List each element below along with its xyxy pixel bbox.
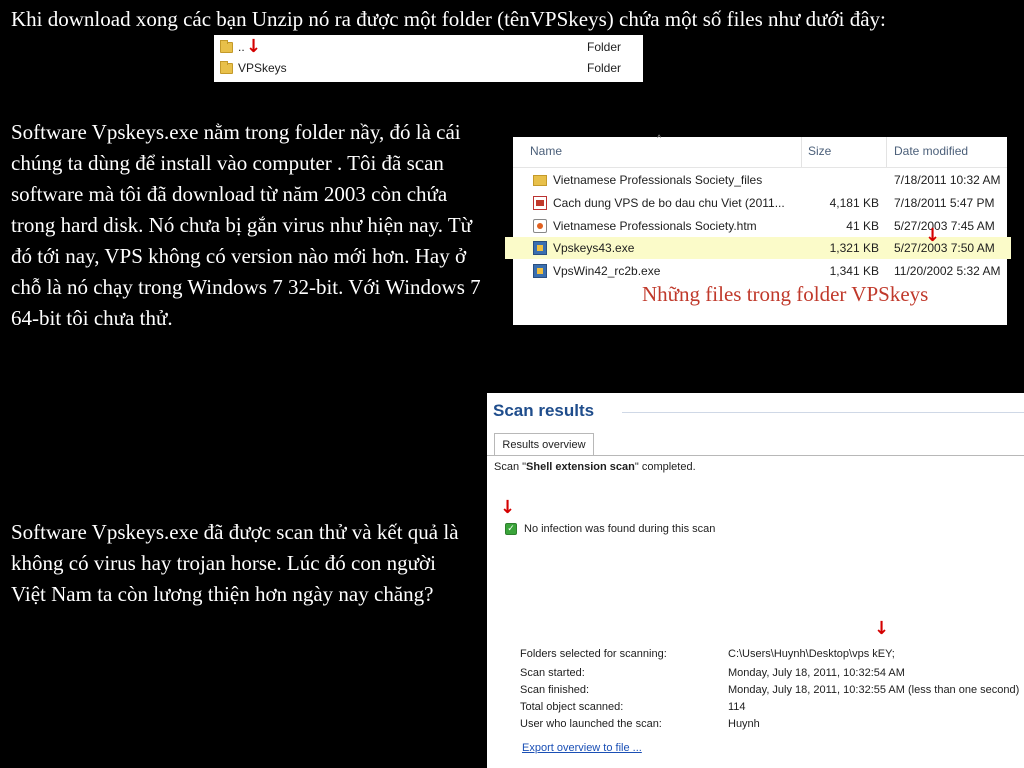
file-size: 4,181 KB (829, 196, 879, 210)
folder-row-parent[interactable]: .. Folder (214, 37, 643, 58)
column-header-name[interactable]: Name (530, 144, 562, 158)
file-name: VpsWin42_rc2b.exe (553, 264, 661, 278)
file-name: Vpskeys43.exe (553, 241, 635, 255)
scan-results-title: Scan results (493, 401, 595, 420)
red-arrow-down-icon: ↓ (500, 497, 516, 518)
file-row[interactable]: Cach dung VPS de bo dau chu Viet (2011..… (513, 192, 1007, 214)
tab-divider (487, 455, 1024, 456)
paragraph-install-info: Software Vpskeys.exe nằm trong folder nầ… (11, 120, 481, 330)
file-name: Vietnamese Professionals Society.htm (553, 219, 757, 233)
folder-row-vpskeys[interactable]: VPSkeys Folder (214, 58, 643, 79)
scan-status-suffix: " completed. (634, 461, 696, 473)
folder-type: Folder (587, 61, 622, 75)
file-name: Cach dung VPS de bo dau chu Viet (2011..… (553, 196, 785, 210)
check-shield-icon: ✓ (505, 523, 517, 535)
file-row[interactable]: VpsWin42_rc2b.exe 1,341 KB 11/20/2002 5:… (513, 260, 1007, 282)
scan-results-screenshot: Scan results Results overview Scan "Shel… (487, 393, 1024, 768)
file-date: 11/20/2002 5:32 AM (894, 264, 1001, 278)
title-divider (622, 412, 1024, 413)
file-size: 41 KB (846, 219, 879, 233)
folder-name: VPSkeys (238, 61, 287, 75)
pdf-icon (533, 196, 547, 210)
detail-value: Monday, July 18, 2011, 10:32:54 AM (728, 667, 905, 679)
column-header-size[interactable]: Size (808, 144, 831, 158)
folder-type: Folder (587, 40, 622, 54)
file-date: 7/18/2011 10:32 AM (894, 173, 1001, 187)
scan-name: Shell extension scan (526, 461, 635, 473)
detail-label: User who launched the scan: (520, 718, 662, 730)
detail-value: Monday, July 18, 2011, 10:32:55 AM (less… (728, 684, 1020, 696)
exe-icon (533, 264, 547, 278)
paragraph-scan-info: Software Vpskeys.exe đã được scan thử và… (11, 520, 459, 606)
red-arrow-down-icon: ↓ (246, 36, 262, 57)
folder-icon (220, 61, 233, 74)
file-date: 5/27/2003 7:45 AM (894, 219, 995, 233)
detail-value: 114 (728, 701, 746, 713)
scan-status-line: Scan "Shell extension scan" completed. (494, 461, 696, 473)
detail-value: Huynh (728, 718, 760, 730)
detail-label: Scan started: (520, 667, 585, 679)
folder-icon (533, 175, 547, 186)
column-header-date[interactable]: Date modified (894, 144, 968, 158)
detail-label: Total object scanned: (520, 701, 624, 713)
column-divider[interactable] (886, 137, 887, 167)
column-header-row: Name ^ Size Date modified (513, 133, 1007, 168)
folder-snippet-screenshot: .. Folder VPSkeys Folder ↓ (214, 35, 643, 82)
detail-value: C:\Users\Huynh\Desktop\vps kEY; (728, 648, 895, 660)
scan-result-message: No infection was found during this scan (524, 523, 716, 535)
file-size: 1,341 KB (829, 264, 879, 278)
file-row[interactable]: Vietnamese Professionals Society_files 7… (513, 169, 1007, 191)
file-size: 1,321 KB (829, 241, 879, 255)
sort-caret-icon: ^ (657, 133, 662, 143)
html-file-icon (533, 219, 547, 233)
file-name: Vietnamese Professionals Society_files (553, 173, 763, 187)
folder-name: .. (238, 40, 245, 54)
exe-icon (533, 241, 547, 255)
file-date: 5/27/2003 7:50 AM (894, 241, 995, 255)
explorer-caption: Những files trong folder VPSkeys (642, 282, 929, 306)
explorer-file-list-screenshot: Name ^ Size Date modified Vietnamese Pro… (505, 133, 1011, 325)
red-arrow-down-icon: ↓ (925, 225, 941, 246)
detail-label: Scan finished: (520, 684, 590, 696)
column-divider[interactable] (801, 137, 802, 167)
detail-label: Folders selected for scanning: (520, 648, 667, 660)
file-date: 7/18/2011 5:47 PM (894, 196, 995, 210)
folder-icon (220, 40, 233, 53)
export-overview-link[interactable]: Export overview to file ... (522, 742, 642, 754)
scan-status-prefix: Scan " (494, 461, 527, 473)
intro-text: Khi download xong các bạn Unzip nó ra đư… (11, 7, 886, 31)
tab-results-overview[interactable]: Results overview (494, 433, 594, 456)
red-arrow-down-icon: ↓ (874, 618, 890, 639)
